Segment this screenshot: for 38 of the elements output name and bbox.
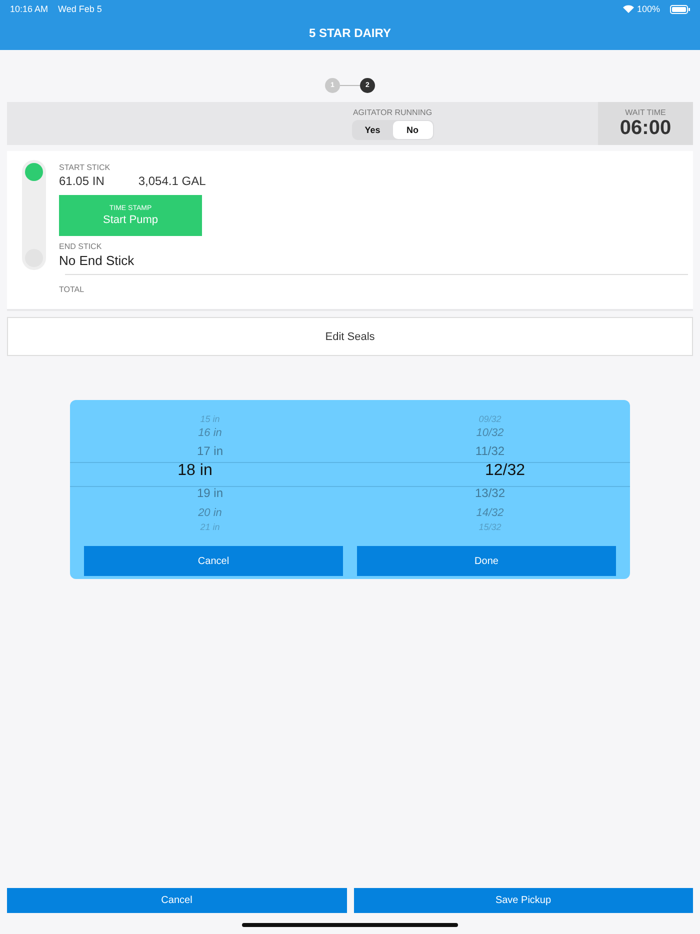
end-stick-label: END STICK xyxy=(59,242,103,251)
done-button[interactable]: Done xyxy=(357,546,616,576)
wifi-icon xyxy=(622,5,634,13)
picker-option[interactable]: 15 in xyxy=(200,414,220,424)
picker-option[interactable]: 16 in xyxy=(198,424,222,442)
status-date: Wed Feb 5 xyxy=(58,4,102,14)
battery-percent: 100% xyxy=(636,4,660,14)
status-time: 10:16 AM xyxy=(10,4,48,14)
start-gallons: 3,054.1 GAL xyxy=(138,174,206,188)
segment-option[interactable]: Yes xyxy=(352,120,392,138)
save-button[interactable]: Save Pickup xyxy=(354,888,693,913)
picker-option[interactable]: 19 in xyxy=(196,482,224,504)
header-title: 5 STAR DAIRY xyxy=(308,25,392,42)
picker-option[interactable]: 12/32 xyxy=(484,460,526,482)
picker-option[interactable]: 10/32 xyxy=(476,424,504,442)
picker-option[interactable]: 09/32 xyxy=(478,414,502,424)
picker-option[interactable]: 13/32 xyxy=(474,482,506,504)
wait-time-value: 06:00 xyxy=(620,116,672,140)
start-inches: 61.05 IN xyxy=(59,174,104,188)
picker-option[interactable]: 15/32 xyxy=(478,522,502,532)
total-label: TOTAL xyxy=(59,285,86,294)
cancel-button[interactable]: Cancel xyxy=(7,888,346,913)
battery-icon xyxy=(670,4,690,14)
cancel-button[interactable]: Cancel xyxy=(84,546,343,576)
start-stick-label: START STICK xyxy=(59,163,112,172)
picker-option[interactable]: 21 in xyxy=(200,522,220,532)
picker-option[interactable]: 11/32 xyxy=(475,442,505,460)
segment-option[interactable]: No xyxy=(392,120,432,138)
picker-option[interactable]: 20 in xyxy=(198,504,222,522)
wait-time-label: WAIT TIME xyxy=(625,108,666,116)
picker-option[interactable]: 17 in xyxy=(196,442,224,460)
edit-seals-button[interactable]: Edit Seals xyxy=(7,317,693,356)
end-stick-value: No End Stick xyxy=(59,253,136,268)
end-dot-icon xyxy=(25,249,43,267)
picker-option[interactable]: 18 in xyxy=(178,460,212,482)
agitator-label: AGITATOR RUNNING xyxy=(352,108,432,116)
start-dot-icon xyxy=(25,163,43,181)
picker-option[interactable]: 14/32 xyxy=(476,504,504,522)
